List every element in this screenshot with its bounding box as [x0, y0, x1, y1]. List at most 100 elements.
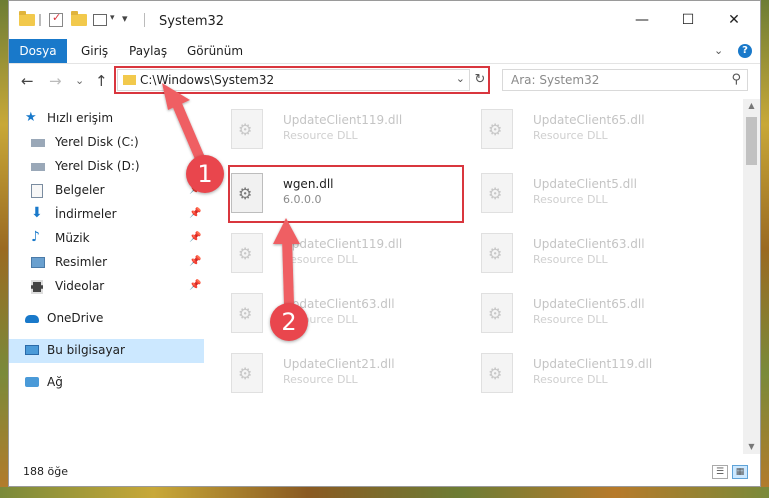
- file-name: UpdateClient65.dll: [533, 297, 645, 311]
- file-description: Resource DLL: [533, 129, 608, 142]
- recent-locations-button[interactable]: ⌄: [75, 74, 84, 87]
- tiles-view-icon[interactable]: ▦: [732, 465, 748, 479]
- file-item[interactable]: UpdateClient63.dll Resource DLL: [209, 287, 439, 339]
- pin-icon[interactable]: 📌: [189, 232, 201, 243]
- sidebar-item-label: Belgeler: [55, 183, 105, 197]
- toolbar-separator: [39, 14, 41, 26]
- help-icon[interactable]: ?: [738, 44, 752, 58]
- sidebar-item-documents[interactable]: Belgeler 📌: [9, 179, 204, 203]
- file-name: UpdateClient119.dll: [533, 357, 653, 371]
- dll-file-icon: [231, 293, 263, 333]
- videos-icon: [31, 280, 43, 294]
- scroll-thumb[interactable]: [746, 117, 757, 165]
- sidebar-item-quick-access[interactable]: ★ Hızlı erişim: [9, 107, 204, 131]
- dll-file-icon: [481, 353, 513, 393]
- chevron-down-icon[interactable]: ⌄: [714, 44, 723, 57]
- file-item[interactable]: UpdateClient119.dll Resource DLL: [209, 103, 439, 155]
- file-description: Resource DLL: [533, 373, 608, 386]
- close-button[interactable]: ✕: [711, 1, 757, 39]
- file-item[interactable]: UpdateClient63.dll Resource DLL: [459, 227, 689, 279]
- dll-file-icon: [481, 109, 513, 149]
- file-list: UpdateClient119.dll Resource DLL UpdateC…: [209, 99, 739, 454]
- item-count: 188 öğe: [23, 465, 68, 478]
- star-icon: ★: [25, 110, 37, 125]
- tab-share[interactable]: Paylaş: [129, 39, 167, 63]
- network-icon: [25, 377, 39, 387]
- scroll-down-button[interactable]: ▼: [743, 440, 760, 454]
- dll-file-icon: [231, 233, 263, 273]
- dll-file-icon: [231, 353, 263, 393]
- pictures-icon: [31, 257, 45, 268]
- desktop-background-left: [0, 0, 8, 498]
- sidebar-item-downloads[interactable]: ⬇ İndirmeler 📌: [9, 203, 204, 227]
- file-item[interactable]: UpdateClient119.dll Resource DLL: [459, 347, 689, 399]
- sidebar-item-label: Bu bilgisayar: [47, 343, 125, 357]
- sidebar-item-label: Videolar: [55, 279, 105, 293]
- title-separator: [144, 13, 145, 27]
- file-description: Resource DLL: [283, 373, 358, 386]
- file-name: UpdateClient65.dll: [533, 113, 645, 127]
- computer-icon: [25, 345, 39, 355]
- details-view-icon[interactable]: ☰: [712, 465, 728, 479]
- view-options-icon[interactable]: [93, 14, 107, 26]
- sidebar-item-local-disk-c[interactable]: Yerel Disk (C:): [9, 131, 204, 155]
- sidebar-item-onedrive[interactable]: OneDrive: [9, 307, 204, 331]
- music-icon: ♪: [31, 229, 40, 245]
- address-highlight-box: [114, 66, 490, 94]
- file-name: UpdateClient63.dll: [533, 237, 645, 251]
- pin-icon[interactable]: 📌: [189, 208, 201, 219]
- sidebar-item-label: İndirmeler: [55, 207, 117, 221]
- sidebar-item-local-disk-d[interactable]: Yerel Disk (D:): [9, 155, 204, 179]
- tab-home[interactable]: Giriş: [81, 39, 108, 63]
- dll-file-icon: [481, 233, 513, 273]
- tab-file[interactable]: Dosya: [9, 39, 67, 63]
- ribbon: Dosya Giriş Paylaş Görünüm ⌄ ?: [9, 39, 760, 64]
- file-name: UpdateClient119.dll: [283, 237, 403, 251]
- documents-icon: [31, 184, 43, 198]
- maximize-button[interactable]: ☐: [665, 1, 711, 39]
- file-item[interactable]: UpdateClient5.dll Resource DLL: [459, 167, 689, 219]
- sidebar-item-music[interactable]: ♪ Müzik 📌: [9, 227, 204, 251]
- sidebar-item-videos[interactable]: Videolar 📌: [9, 275, 204, 299]
- drive-icon: [31, 163, 45, 171]
- pin-icon[interactable]: 📌: [189, 280, 201, 291]
- file-item[interactable]: UpdateClient65.dll Resource DLL: [459, 103, 689, 155]
- back-button[interactable]: ←: [21, 72, 34, 90]
- step-1-badge: 1: [186, 155, 224, 193]
- file-item[interactable]: UpdateClient65.dll Resource DLL: [459, 287, 689, 339]
- scroll-up-button[interactable]: ▲: [743, 99, 760, 113]
- minimize-button[interactable]: —: [619, 1, 665, 39]
- sidebar-item-label: Ağ: [47, 375, 63, 389]
- file-item[interactable]: UpdateClient21.dll Resource DLL: [209, 347, 439, 399]
- forward-button[interactable]: →: [49, 72, 62, 90]
- file-name: UpdateClient119.dll: [283, 113, 403, 127]
- file-name: UpdateClient21.dll: [283, 357, 395, 371]
- sidebar-item-label: Yerel Disk (C:): [55, 135, 139, 149]
- sidebar-item-network[interactable]: Ağ: [9, 371, 204, 395]
- search-icon[interactable]: ⚲: [731, 72, 741, 87]
- sidebar-item-this-pc[interactable]: Bu bilgisayar: [9, 339, 204, 363]
- tab-view[interactable]: Görünüm: [187, 39, 243, 63]
- dll-file-icon: [481, 173, 513, 213]
- dll-file-icon: [231, 109, 263, 149]
- window-title: System32: [159, 14, 225, 29]
- file-description: Resource DLL: [283, 129, 358, 142]
- properties-icon[interactable]: ✓: [49, 11, 63, 27]
- file-item[interactable]: UpdateClient119.dll Resource DLL: [209, 227, 439, 279]
- explorer-window: ✓ ▾ ▾ System32 — ☐ ✕ Dosya Giriş Paylaş …: [8, 0, 761, 487]
- chevron-down-icon[interactable]: ▾: [110, 13, 115, 29]
- customize-toolbar-icon[interactable]: ▾: [122, 12, 128, 28]
- drive-icon: [31, 139, 45, 147]
- search-input[interactable]: Ara: System32 ⚲: [502, 69, 748, 91]
- file-name: UpdateClient5.dll: [533, 177, 637, 191]
- cloud-icon: [25, 315, 39, 323]
- new-folder-icon[interactable]: [71, 11, 87, 26]
- up-button[interactable]: ↑: [95, 72, 108, 90]
- file-description: Resource DLL: [533, 253, 608, 266]
- sidebar-item-pictures[interactable]: Resimler 📌: [9, 251, 204, 275]
- status-bar: 188 öğe ☰ ▦: [9, 461, 760, 485]
- pin-icon[interactable]: 📌: [189, 256, 201, 267]
- file-description: Resource DLL: [533, 193, 608, 206]
- sidebar-item-label: Müzik: [55, 231, 90, 245]
- vertical-scrollbar[interactable]: ▲ ▼: [743, 99, 760, 454]
